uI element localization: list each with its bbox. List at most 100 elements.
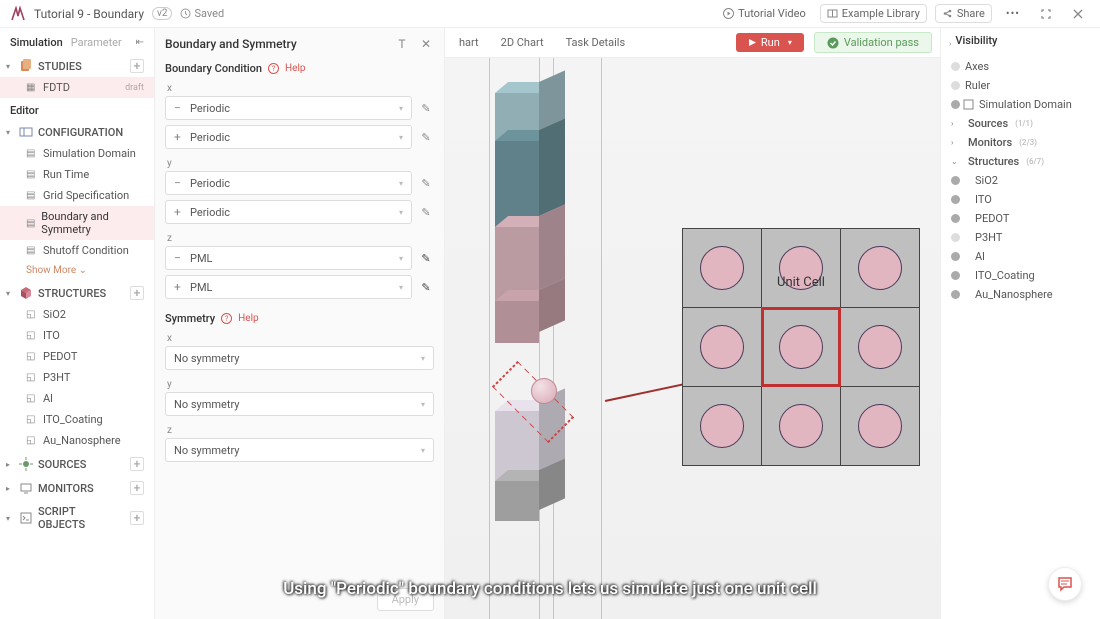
scene-3d[interactable]: Unit Cell z (445, 58, 940, 619)
sym-z-select[interactable]: No symmetry▾ (165, 438, 434, 462)
vis-label: PEDOT (975, 212, 1009, 225)
vis-monitors[interactable]: ›Monitors(2/3) (949, 133, 1092, 152)
tree-item-au-nanosphere[interactable]: ◱Au_Nanosphere (0, 430, 154, 451)
vis-struct-pedot[interactable]: PEDOT (949, 209, 1092, 228)
boundary-condition-label: Boundary Condition (165, 62, 262, 75)
edit-icon[interactable]: ✎ (418, 177, 434, 190)
tree-item-sio2[interactable]: ◱SiO2 (0, 304, 154, 325)
vis-sim-domain[interactable]: Simulation Domain (949, 95, 1092, 114)
sym-x-select[interactable]: No symmetry▾ (165, 346, 434, 370)
sources-header[interactable]: ▸ SOURCES + (0, 451, 154, 475)
list-icon: ▤ (26, 190, 38, 201)
share-icon (942, 8, 953, 19)
help-icon[interactable]: ? (221, 313, 232, 324)
chevron-down-icon: ▾ (6, 514, 14, 523)
add-study-button[interactable]: + (130, 59, 144, 73)
vis-axes[interactable]: Axes (949, 57, 1092, 76)
add-source-button[interactable]: + (130, 457, 144, 471)
help-icon[interactable]: ? (268, 63, 279, 74)
tab-hart[interactable]: hart (453, 32, 485, 53)
bc-y-minus-select[interactable]: −Periodic▾ (165, 171, 412, 195)
bc-y-plus-select[interactable]: +Periodic▾ (165, 200, 412, 224)
edit-icon[interactable]: ✎ (418, 281, 434, 294)
bc-z-plus-select[interactable]: +PML▾ (165, 275, 412, 299)
chevron-down-icon: ⌄ (951, 157, 959, 166)
chat-fab[interactable] (1048, 567, 1082, 601)
configuration-label: CONFIGURATION (38, 126, 123, 139)
studies-icon (19, 59, 33, 73)
select-value: No symmetry (174, 352, 239, 365)
bc-x-minus-select[interactable]: −Periodic▾ (165, 96, 412, 120)
run-button[interactable]: Run ▾ (736, 33, 804, 52)
vis-struct-ito[interactable]: ITO (949, 190, 1092, 209)
vis-struct-al[interactable]: Al (949, 247, 1092, 266)
axis-z-label: z (167, 425, 434, 436)
clock-icon (180, 8, 191, 19)
edit-icon[interactable]: ✎ (418, 206, 434, 219)
text-format-icon[interactable]: T (394, 36, 410, 52)
tab-task-details[interactable]: Task Details (560, 32, 632, 53)
tutorial-video-link[interactable]: Tutorial Video (717, 5, 812, 22)
add-monitor-button[interactable]: + (130, 481, 144, 495)
apply-button[interactable]: Apply (377, 588, 434, 611)
grid-cell (841, 229, 919, 307)
vis-struct-ito-coating[interactable]: ITO_Coating (949, 266, 1092, 285)
tab-parameter[interactable]: Parameter (71, 36, 122, 49)
tree-item-boundary[interactable]: ▤Boundary and Symmetry (0, 206, 154, 240)
tab-2d-chart[interactable]: 2D Chart (495, 32, 550, 53)
tree-item-ito-coating[interactable]: ◱ITO_Coating (0, 409, 154, 430)
add-structure-button[interactable]: + (130, 286, 144, 300)
version-badge[interactable]: v2 (152, 7, 172, 20)
configuration-header[interactable]: ▾ CONFIGURATION (0, 119, 154, 143)
close-panel-icon[interactable]: ✕ (418, 36, 434, 52)
left-panel-tabs: Simulation Parameter ⇤ (0, 32, 154, 53)
show-more-link[interactable]: Show More ⌄ (0, 261, 154, 280)
help-link[interactable]: Help (285, 63, 305, 74)
vis-structures[interactable]: ⌄Structures(6/7) (949, 152, 1092, 171)
vis-struct-sio2[interactable]: SiO2 (949, 171, 1092, 190)
visibility-title: Visibility (955, 34, 997, 47)
viewport[interactable]: hart 2D Chart Task Details Run ▾ Validat… (445, 28, 940, 619)
vis-ruler[interactable]: Ruler (949, 76, 1092, 95)
vis-struct-p3ht[interactable]: P3HT (949, 228, 1092, 247)
vis-sources[interactable]: ›Sources(1/1) (949, 114, 1092, 133)
more-menu[interactable]: ••• (1000, 5, 1026, 22)
help-link[interactable]: Help (238, 313, 258, 324)
tree-item-shutoff[interactable]: ▤Shutoff Condition (0, 240, 154, 261)
script-header[interactable]: ▾ SCRIPT OBJECTS + (0, 499, 154, 535)
example-library-link[interactable]: Example Library (820, 4, 927, 23)
vis-label: Structures (968, 155, 1019, 168)
chevron-down-icon: ▾ (399, 179, 403, 188)
au-nanosphere (531, 378, 557, 404)
studies-header[interactable]: ▾ STUDIES + (0, 53, 154, 77)
tree-item-grid-spec[interactable]: ▤Grid Specification (0, 185, 154, 206)
tree-item-fdtd[interactable]: ▦ FDTD draft (0, 77, 154, 98)
tree-item-ito[interactable]: ◱ITO (0, 325, 154, 346)
left-panel: Simulation Parameter ⇤ ▾ STUDIES + ▦ FDT… (0, 28, 155, 619)
tree-item-al[interactable]: ◱Al (0, 388, 154, 409)
tree-item-sim-domain[interactable]: ▤Simulation Domain (0, 143, 154, 164)
cube-icon: ◱ (26, 414, 38, 425)
share-button[interactable]: Share (935, 4, 992, 23)
edit-icon[interactable]: ✎ (418, 102, 434, 115)
monitors-header[interactable]: ▸ MONITORS + (0, 475, 154, 499)
fullscreen-icon[interactable] (1034, 6, 1058, 22)
bc-x-plus-select[interactable]: +Periodic▾ (165, 125, 412, 149)
structures-header[interactable]: ▾ STRUCTURES + (0, 280, 154, 304)
vis-label: Sources (968, 117, 1008, 130)
grid-cell (683, 387, 761, 465)
edit-icon[interactable]: ✎ (418, 252, 434, 265)
bc-z-minus-select[interactable]: −PML▾ (165, 246, 412, 270)
edit-icon[interactable]: ✎ (418, 131, 434, 144)
vis-struct-au-nanosphere[interactable]: Au_Nanosphere (949, 285, 1092, 304)
collapse-left-icon[interactable]: ⇤ (136, 37, 144, 48)
close-icon[interactable] (1066, 6, 1090, 22)
tab-simulation[interactable]: Simulation (10, 36, 63, 49)
tree-item-p3ht[interactable]: ◱P3HT (0, 367, 154, 388)
tree-item-run-time[interactable]: ▤Run Time (0, 164, 154, 185)
vis-label: SiO2 (975, 174, 998, 187)
add-script-button[interactable]: + (130, 511, 144, 525)
chevron-right-icon[interactable]: › (949, 39, 951, 48)
sym-y-select[interactable]: No symmetry▾ (165, 392, 434, 416)
tree-item-pedot[interactable]: ◱PEDOT (0, 346, 154, 367)
